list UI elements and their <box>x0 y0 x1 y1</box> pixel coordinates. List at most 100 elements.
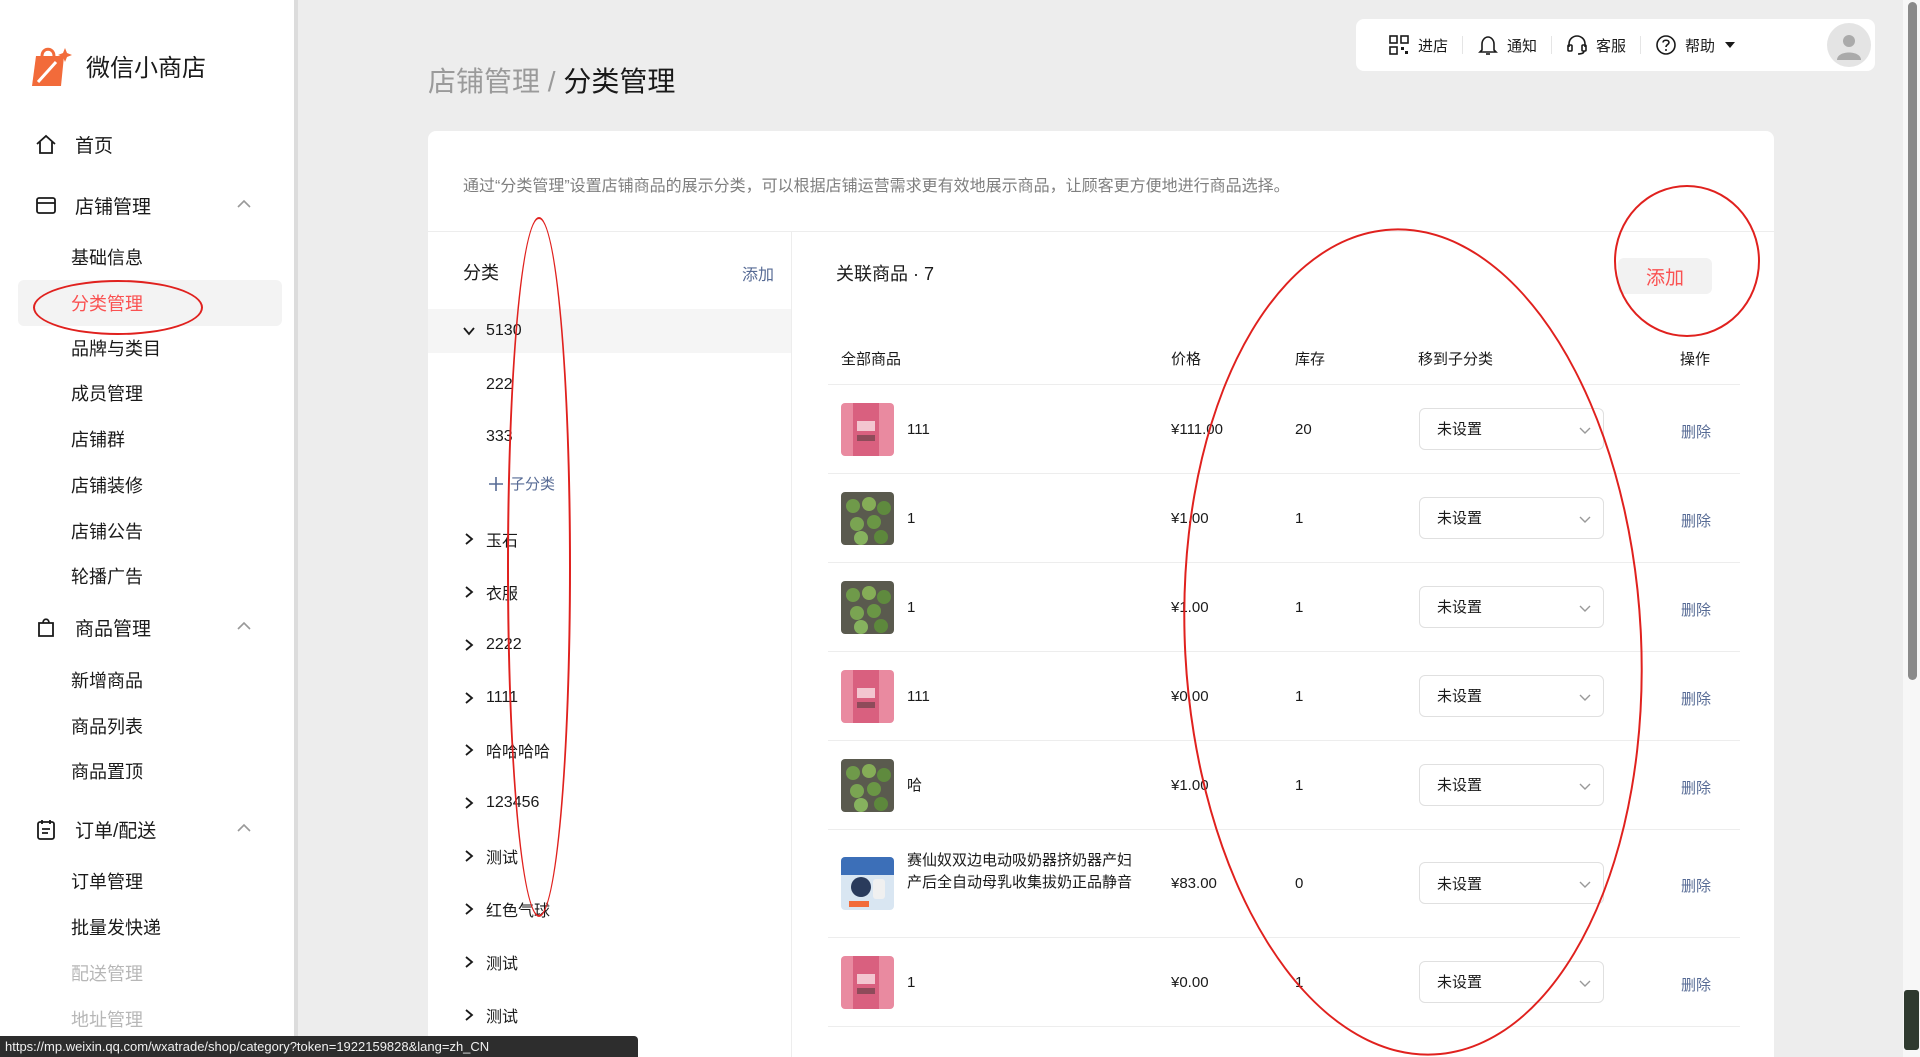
move-to-subcategory-select[interactable]: 未设置 <box>1419 674 1604 717</box>
nav-goods-management[interactable]: 商品管理 <box>0 604 298 650</box>
product-name: 1 <box>907 509 916 527</box>
sidebar-item-label: 批量发快递 <box>71 918 161 938</box>
add-category-link[interactable]: 添加 <box>742 261 774 285</box>
chevron-up-icon <box>237 823 251 832</box>
sidebar-item-delivery-management[interactable]: 配送管理 <box>18 950 282 996</box>
sidebar-item-brand-category[interactable]: 品牌与类目 <box>18 325 282 371</box>
enter-store-button[interactable]: 进店 <box>1374 33 1462 57</box>
delete-link[interactable]: 删除 <box>1681 510 1711 531</box>
product-price: ¥1.00 <box>1171 776 1209 794</box>
table-row: 1 ¥1.00 1 未设置 删除 <box>828 563 1740 652</box>
subcategory-label: 333 <box>486 428 513 445</box>
select-value: 未设置 <box>1437 421 1483 438</box>
chevron-right-icon <box>460 532 478 546</box>
table-row: 哈 ¥1.00 1 未设置 删除 <box>828 741 1740 830</box>
category-item[interactable]: 测试 <box>428 834 791 878</box>
enter-store-label: 进店 <box>1418 37 1449 55</box>
sidebar-item-new-goods[interactable]: 新增商品 <box>18 657 282 703</box>
category-label: 衣服 <box>486 586 519 603</box>
category-item[interactable]: 测试 <box>428 993 791 1037</box>
help-button[interactable]: 帮助 <box>1641 33 1749 57</box>
avatar[interactable] <box>1827 23 1871 67</box>
notification-button[interactable]: 通知 <box>1463 33 1551 57</box>
customer-service-button[interactable]: 客服 <box>1552 33 1640 57</box>
chevron-right-icon <box>460 1008 478 1022</box>
category-item[interactable]: 红色气球 <box>428 887 791 931</box>
move-to-subcategory-select[interactable]: 未设置 <box>1419 407 1604 450</box>
delete-link[interactable]: 删除 <box>1681 777 1711 798</box>
category-item[interactable]: 衣服 <box>428 570 791 614</box>
product-stock: 1 <box>1295 509 1304 527</box>
customer-service-label: 客服 <box>1596 37 1627 55</box>
chevron-down-icon <box>1579 516 1591 523</box>
divider <box>428 231 1774 232</box>
sidebar-item-goods-pin[interactable]: 商品置顶 <box>18 748 282 794</box>
subcategory-item[interactable]: 333 <box>428 415 791 459</box>
scrollbar-thumb[interactable] <box>1908 2 1917 680</box>
chevron-right-icon <box>460 955 478 969</box>
nav-store-management[interactable]: 店铺管理 <box>0 182 298 228</box>
sidebar-item-label: 轮播广告 <box>71 567 143 587</box>
table-row: 赛仙奴双边电动吸奶器挤奶器产妇产后全自动母乳收集拔奶正品静音 ¥83.00 0 未设置… <box>828 830 1740 938</box>
status-bar-url: https://mp.weixin.qq.com/wxatrade/shop/c… <box>0 1036 638 1057</box>
chevron-down-icon <box>1579 980 1591 987</box>
sidebar-item-label: 地址管理 <box>71 1010 143 1030</box>
delete-link[interactable]: 删除 <box>1681 974 1711 995</box>
category-item[interactable]: 1111 <box>428 676 791 720</box>
page-description: 通过“分类管理”设置店铺商品的展示分类，可以根据店铺运营需求更有效地展示商品，让… <box>463 178 1290 195</box>
category-item[interactable]: 2222 <box>428 623 791 667</box>
help-label: 帮助 <box>1685 37 1716 55</box>
delete-link[interactable]: 删除 <box>1681 875 1711 896</box>
category-item[interactable]: 哈哈哈哈 <box>428 728 791 772</box>
user-icon <box>1837 35 1861 60</box>
category-label: 红色气球 <box>486 903 551 920</box>
chevron-right-icon <box>460 743 478 757</box>
chevron-down-icon <box>1579 881 1591 888</box>
category-label: 测试 <box>486 1009 519 1026</box>
breadcrumb-parent[interactable]: 店铺管理 <box>428 66 540 97</box>
clipboard-icon <box>33 816 59 842</box>
scrollbar[interactable] <box>1903 0 1920 1057</box>
add-subcategory-link[interactable]: 子分类 <box>488 473 555 494</box>
category-item[interactable]: 测试 <box>428 940 791 984</box>
category-label: 123456 <box>486 794 540 811</box>
move-to-subcategory-select[interactable]: 未设置 <box>1419 496 1604 539</box>
sidebar-item-store-decoration[interactable]: 店铺装修 <box>18 462 282 508</box>
delete-link[interactable]: 删除 <box>1681 688 1711 709</box>
delete-link[interactable]: 删除 <box>1681 599 1711 620</box>
category-item-selected[interactable]: 5130 <box>428 309 791 353</box>
sidebar-item-basic-info[interactable]: 基础信息 <box>18 234 282 280</box>
subcategory-item[interactable]: 222 <box>428 363 791 407</box>
add-goods-button[interactable]: 添加 <box>1618 258 1712 294</box>
product-price: ¥0.00 <box>1171 973 1209 991</box>
product-thumbnail <box>841 580 894 634</box>
column-header-stock: 库存 <box>1295 351 1326 368</box>
plus-icon <box>489 476 503 491</box>
nav-home[interactable]: 首页 <box>0 121 298 167</box>
product-stock: 1 <box>1295 776 1304 794</box>
column-header-price: 价格 <box>1171 351 1202 368</box>
sidebar-item-order-management[interactable]: 订单管理 <box>18 858 282 904</box>
delete-link[interactable]: 删除 <box>1681 421 1711 442</box>
move-to-subcategory-select[interactable]: 未设置 <box>1419 960 1604 1003</box>
sidebar-item-goods-list[interactable]: 商品列表 <box>18 703 282 749</box>
chevron-right-icon <box>460 796 478 810</box>
sidebar-item-store-group[interactable]: 店铺群 <box>18 416 282 462</box>
app-logo[interactable]: 微信小商店 <box>28 42 206 88</box>
move-to-subcategory-select[interactable]: 未设置 <box>1419 763 1604 806</box>
sidebar-item-members[interactable]: 成员管理 <box>18 370 282 416</box>
sidebar-item-category-management[interactable]: 分类管理 <box>18 280 282 326</box>
sidebar-item-batch-express[interactable]: 批量发快递 <box>18 904 282 950</box>
column-header-goods: 全部商品 <box>841 351 902 368</box>
move-to-subcategory-select[interactable]: 未设置 <box>1419 862 1604 904</box>
move-to-subcategory-select[interactable]: 未设置 <box>1419 585 1604 628</box>
sidebar-item-carousel[interactable]: 轮播广告 <box>18 553 282 599</box>
nav-order-delivery[interactable]: 订单/配送 <box>0 806 298 852</box>
scrollbar-grip[interactable] <box>1904 990 1919 1050</box>
sidebar-item-store-notice[interactable]: 店铺公告 <box>18 508 282 554</box>
store-icon <box>33 192 59 218</box>
category-item[interactable]: 123456 <box>428 781 791 825</box>
category-item[interactable]: 玉石 <box>428 517 791 561</box>
sidebar-item-label: 订单管理 <box>71 872 143 892</box>
bell-icon <box>1478 36 1498 55</box>
